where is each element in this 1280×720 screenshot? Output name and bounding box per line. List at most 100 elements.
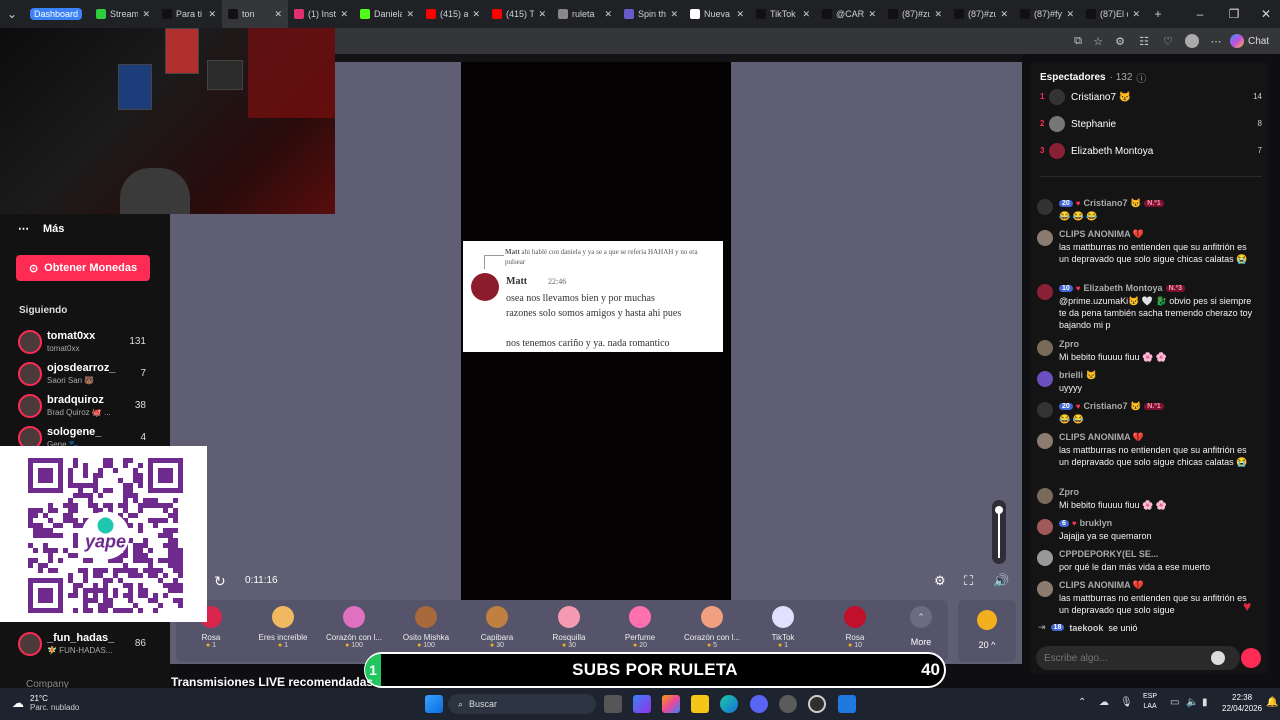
browser-tab[interactable]: Nueva p ✕: [684, 0, 750, 28]
app-icon-2[interactable]: [779, 695, 797, 713]
task-view-icon[interactable]: [604, 695, 622, 713]
obs-icon[interactable]: [808, 695, 826, 713]
close-tab-icon[interactable]: ✕: [670, 9, 678, 20]
browser-tab[interactable]: (415) TI ✕: [486, 0, 552, 28]
close-tab-icon[interactable]: ✕: [208, 9, 216, 20]
close-tab-icon[interactable]: ✕: [274, 9, 282, 20]
discord-icon[interactable]: [750, 695, 768, 713]
browser-tab[interactable]: Daniela ✕: [354, 0, 420, 28]
gift-item[interactable]: Perfume ● 20: [604, 606, 676, 649]
close-tab-icon[interactable]: ✕: [934, 9, 942, 20]
top-viewer-row[interactable]: 3 Elizabeth Montoya 7: [1040, 143, 1262, 161]
menu-dots-icon[interactable]: ⋯: [1208, 33, 1224, 49]
replay-icon[interactable]: ↻: [214, 573, 226, 590]
message-user[interactable]: Zpro: [1059, 339, 1079, 349]
message-user[interactable]: Cristiano7 😾: [1084, 401, 1142, 412]
message-user[interactable]: CLIPS ANONIMA 💔: [1059, 432, 1144, 443]
language-indicator[interactable]: ESP LAA: [1143, 692, 1157, 712]
info-icon[interactable]: ⓘ: [1136, 70, 1146, 85]
edge-icon[interactable]: [720, 695, 738, 713]
browser-tab[interactable]: TikTok ✕: [750, 0, 816, 28]
reading-list-icon[interactable]: ☷: [1136, 33, 1152, 49]
gift-item[interactable]: Osito Mishka ● 100: [390, 606, 462, 649]
close-tab-icon[interactable]: ✕: [538, 9, 546, 20]
close-window-icon[interactable]: ✕: [1246, 0, 1280, 28]
browser-tab[interactable]: Spin the✕: [618, 0, 684, 28]
message-user[interactable]: Zpro: [1059, 487, 1079, 497]
chat-input[interactable]: [1044, 650, 1204, 666]
display-icon[interactable]: ▭: [1170, 697, 1179, 708]
top-viewer-row[interactable]: 2 Stephanie 8: [1040, 116, 1262, 134]
profile-avatar[interactable]: [1184, 33, 1200, 49]
gift-item[interactable]: Capibara ● 30: [461, 606, 533, 649]
weather-widget[interactable]: ☁ 21°C Parc. nublado: [12, 694, 79, 712]
app-taskbar-icon[interactable]: [662, 695, 680, 713]
close-tab-icon[interactable]: ✕: [340, 9, 348, 20]
browser-tab[interactable]: ton ✕: [222, 0, 288, 28]
browser-tab[interactable]: Dashboard: [24, 0, 90, 28]
copilot-chat-button[interactable]: Chat: [1230, 31, 1269, 51]
gift-item[interactable]: Rosquilla ● 30: [533, 606, 605, 649]
app-icon-3[interactable]: [838, 695, 856, 713]
message-user[interactable]: Cristiano7 😾: [1084, 198, 1142, 209]
browser-tab[interactable]: (415) au✕: [420, 0, 486, 28]
speaker-icon[interactable]: 🔈: [1186, 697, 1198, 708]
close-tab-icon[interactable]: ✕: [1132, 9, 1140, 20]
message-user[interactable]: CLIPS ANONIMA 💔: [1059, 229, 1144, 240]
chat-input-box[interactable]: [1036, 646, 1240, 670]
new-tab-button[interactable]: +: [1146, 7, 1170, 21]
browser-tab[interactable]: (87)#zu ✕: [882, 0, 948, 28]
coin-balance[interactable]: 20 ^: [958, 600, 1016, 662]
message-user[interactable]: brielli 😾: [1059, 370, 1097, 381]
message-user[interactable]: CPPDEPORKY(EL SE...: [1059, 549, 1158, 559]
battery-icon[interactable]: ▮: [1202, 697, 1208, 708]
close-tab-icon[interactable]: ✕: [802, 9, 810, 20]
gift-item[interactable]: Eres increíble ● 1: [247, 606, 319, 649]
following-item[interactable]: ojosdearroz_ Saori San 🐻 7: [18, 360, 152, 388]
browser-tab[interactable]: (1) Insta✕: [288, 0, 354, 28]
message-user[interactable]: Elizabeth Montoya: [1084, 283, 1163, 293]
browser-tab[interactable]: (87)El d ✕: [1080, 0, 1146, 28]
top-viewer-row[interactable]: 1 Cristiano7 😾 14: [1040, 89, 1262, 107]
close-tab-icon[interactable]: ✕: [604, 9, 612, 20]
browser-tab[interactable]: (87)#fy ✕: [1014, 0, 1080, 28]
cloud-icon[interactable]: ☁: [1099, 697, 1109, 708]
browser-tab[interactable]: @CARL✕: [816, 0, 882, 28]
more-gifts-button[interactable]: ⌃ More: [896, 606, 946, 647]
following-item[interactable]: bradquiroz Brad Quiroz 🐙 ... 38: [18, 392, 152, 420]
tab-list-chevron-icon[interactable]: ⌄: [0, 7, 24, 21]
taskbar-search[interactable]: ⌕ Buscar: [448, 694, 596, 714]
following-item[interactable]: _fun_hadas_ 🧚 FUN-HADAS... 86: [18, 630, 152, 658]
extensions-icon[interactable]: ⚙: [1112, 33, 1128, 49]
message-user[interactable]: bruklyn: [1080, 518, 1113, 528]
gift-item[interactable]: TikTok ● 1: [747, 606, 819, 649]
windows-start-icon[interactable]: [425, 695, 443, 713]
notification-icon[interactable]: 🔔: [1266, 697, 1278, 708]
rose-gift-button[interactable]: [1241, 648, 1261, 668]
open-in-new-icon[interactable]: ⧉: [1070, 33, 1086, 49]
following-item[interactable]: tomat0xx tomat0xx 131: [18, 328, 152, 356]
close-tab-icon[interactable]: ✕: [472, 9, 480, 20]
browser-tab[interactable]: (87)#zu ✕: [948, 0, 1014, 28]
file-explorer-icon[interactable]: [691, 695, 709, 713]
browser-tab[interactable]: ruleta ✕: [552, 0, 618, 28]
copilot-taskbar-icon[interactable]: [633, 695, 651, 713]
chevron-up-tray-icon[interactable]: ⌃: [1078, 697, 1086, 708]
sidebar-more[interactable]: ⋯ Más: [18, 222, 64, 236]
message-user[interactable]: CLIPS ANONIMA 💔: [1059, 580, 1144, 591]
gift-item[interactable]: Rosa ● 10: [819, 606, 891, 649]
emoji-icon[interactable]: [1211, 651, 1225, 665]
mic-icon[interactable]: 🎙: [1120, 697, 1133, 708]
settings-gear-icon[interactable]: ⚙: [934, 573, 946, 589]
taskbar-clock[interactable]: 22:38 22/04/2026: [1222, 692, 1262, 714]
fullscreen-icon[interactable]: ⛶: [964, 573, 973, 589]
gift-item[interactable]: Corazón con l... ● 5: [676, 606, 748, 649]
favorites-icon[interactable]: ♡: [1160, 33, 1176, 49]
browser-tab[interactable]: Stream ✕: [90, 0, 156, 28]
volume-knob[interactable]: [995, 506, 1003, 514]
close-tab-icon[interactable]: ✕: [142, 9, 150, 20]
close-tab-icon[interactable]: ✕: [1066, 9, 1074, 20]
browser-tab[interactable]: Para ti ✕: [156, 0, 222, 28]
volume-slider[interactable]: [992, 500, 1006, 564]
close-tab-icon[interactable]: ✕: [406, 9, 414, 20]
